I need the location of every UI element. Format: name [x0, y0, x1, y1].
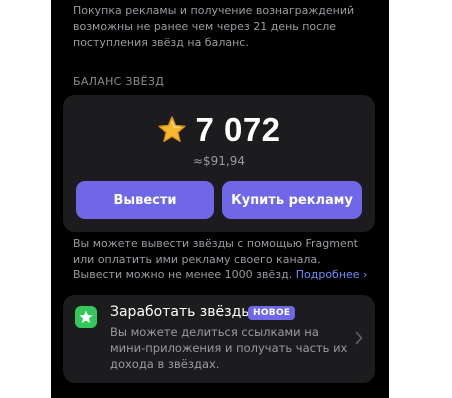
section-title-balance: БАЛАНС ЗВЁЗД	[73, 75, 165, 88]
new-badge: НОВОЕ	[248, 306, 296, 320]
balance-usd-equivalent: ≈$91,94	[192, 154, 246, 168]
star-icon	[158, 116, 186, 142]
earn-stars-title: Заработать звёзды	[110, 304, 253, 320]
withdraw-info: Вы можете вывести звёзды с помощью Fragm…	[73, 236, 373, 283]
chevron-right-icon	[355, 331, 363, 345]
earn-stars-row[interactable]: Заработать звёзды НОВОЕ Вы можете делить…	[63, 295, 375, 383]
earn-stars-icon	[75, 306, 97, 328]
more-info-link[interactable]: Подробнее ›	[296, 268, 368, 281]
balance-amount: 7 072	[195, 111, 281, 148]
screen: Покупка рекламы и получение вознагражден…	[51, 0, 389, 398]
withdraw-button[interactable]: Вывести	[76, 181, 214, 219]
balance-row: 7 072	[63, 111, 375, 149]
earn-stars-description: Вы можете делиться ссылками на мини-прил…	[110, 325, 348, 371]
balance-card: 7 072 ≈$91,94 Вывести Купить рекламу	[63, 95, 375, 232]
payout-delay-note: Покупка рекламы и получение вознагражден…	[73, 4, 355, 49]
buy-ads-button[interactable]: Купить рекламу	[222, 181, 362, 219]
